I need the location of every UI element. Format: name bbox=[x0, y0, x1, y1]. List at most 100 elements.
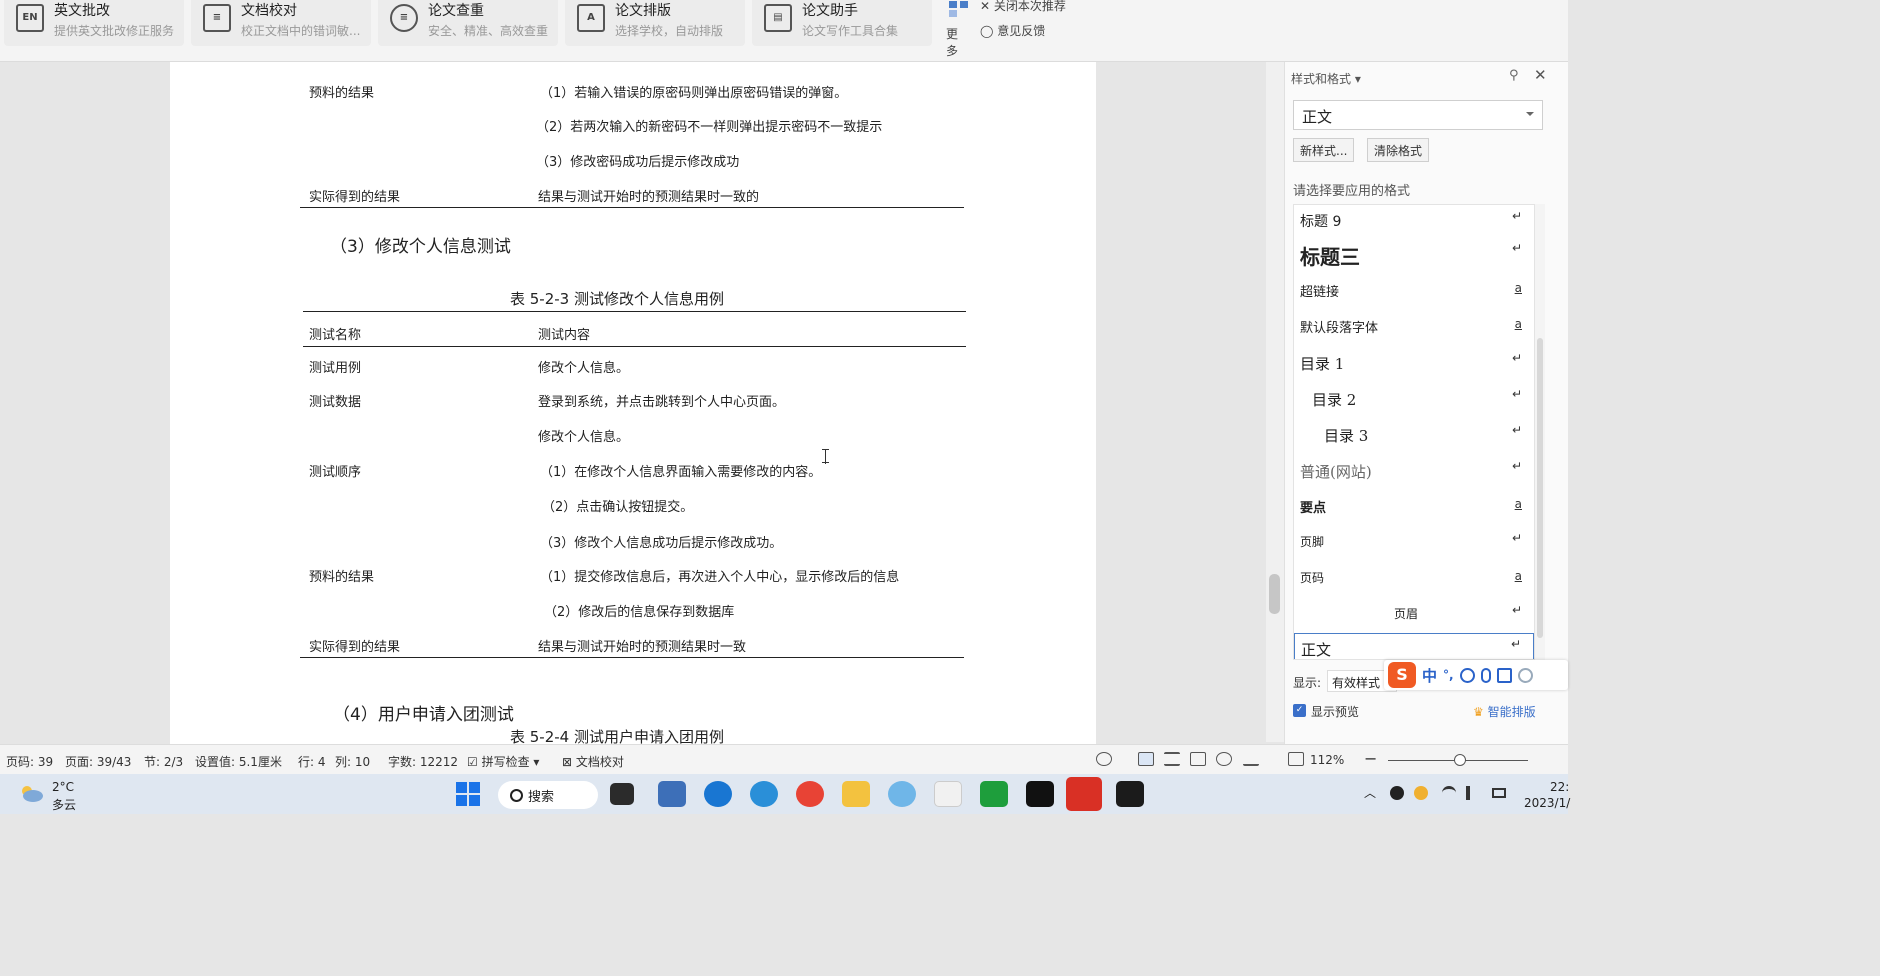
wps-writer-icon[interactable] bbox=[1066, 777, 1102, 811]
show-label: 显示: bbox=[1293, 676, 1322, 690]
keyboard-icon[interactable] bbox=[1496, 667, 1512, 683]
scrollbar-thumb[interactable] bbox=[1537, 338, 1543, 638]
fit-page-icon[interactable] bbox=[1288, 752, 1304, 766]
tool-paper-layout[interactable]: A 论文排版 选择学校，自动排版 bbox=[565, 0, 745, 46]
style-item-mark: ↵ bbox=[1511, 531, 1522, 545]
ai-assistant-icon[interactable] bbox=[888, 781, 916, 807]
tool-subtitle: 提供英文批改修正服务 bbox=[54, 24, 175, 38]
windows-start-icon[interactable] bbox=[454, 781, 482, 807]
table-bottom-rule bbox=[300, 657, 964, 658]
current-style-select[interactable]: 正文 bbox=[1293, 100, 1543, 130]
status-word-count[interactable]: 字数: 12212 bbox=[388, 753, 458, 770]
document-scrollbar[interactable] bbox=[1266, 62, 1284, 742]
close-pane-button[interactable]: ✕ bbox=[1534, 66, 1547, 84]
volume-icon[interactable] bbox=[1466, 786, 1480, 800]
task-view-icon[interactable] bbox=[610, 783, 634, 805]
feedback-button[interactable]: ◯ 意见反馈 bbox=[980, 22, 1045, 39]
style-item-heading3[interactable]: 标题三 ↵ bbox=[1294, 237, 1534, 273]
status-col[interactable]: 列: 10 bbox=[335, 753, 370, 770]
tool-english-check[interactable]: EN 英文批改 提供英文批改修正服务 bbox=[4, 0, 184, 46]
doc-proof-label: 文档校对 bbox=[575, 755, 624, 769]
tool-doc-proof[interactable]: ≡ 文档校对 校正文档中的错词敏... bbox=[191, 0, 371, 46]
tray-chevron-up-icon[interactable]: ︿ bbox=[1364, 784, 1378, 800]
spell-check-button[interactable]: ☑ 拼写检查 ▾ bbox=[467, 753, 539, 770]
taskbar-search[interactable]: 搜索 bbox=[498, 781, 598, 809]
edge-browser-icon[interactable] bbox=[704, 781, 732, 807]
status-pages[interactable]: 页面: 39/43 bbox=[65, 753, 131, 770]
status-row[interactable]: 行: 4 bbox=[298, 753, 326, 770]
style-item-default-font[interactable]: 默认段落字体 a bbox=[1294, 311, 1534, 343]
zoom-out-button[interactable]: − bbox=[1364, 749, 1377, 768]
table-row-label: 预料的结果 bbox=[309, 570, 375, 585]
style-item-footer[interactable]: 页脚 ↵ bbox=[1294, 527, 1534, 559]
scrollbar-thumb[interactable] bbox=[1269, 574, 1280, 614]
smart-layout-button[interactable]: ♛ 智能排版 bbox=[1473, 703, 1536, 720]
pane-title[interactable]: 样式和格式 ▾ bbox=[1291, 70, 1361, 87]
style-item-mark: ↵ bbox=[1511, 209, 1522, 223]
doc-proof-button[interactable]: ⊠ 文档校对 bbox=[562, 753, 624, 770]
document-page[interactable]: 预料的结果 （1）若输入错误的原密码则弹出原密码错误的弹窗。 （2）若两次输入的… bbox=[170, 62, 1096, 744]
close-recommend-button[interactable]: ✕ 关闭本次推荐 bbox=[980, 0, 1066, 14]
status-setting[interactable]: 设置值: 5.1厘米 bbox=[195, 753, 282, 770]
document-area[interactable]: 预料的结果 （1）若输入错误的原密码则弹出原密码错误的弹窗。 （2）若两次输入的… bbox=[0, 62, 1266, 744]
tool-plagiarism[interactable]: ≡ 论文查重 安全、精准、高效查重 bbox=[378, 0, 558, 46]
style-item-toc1[interactable]: 目录 1 ↵ bbox=[1294, 347, 1534, 379]
pin-icon[interactable]: ⚲ bbox=[1509, 68, 1519, 83]
ime-mode-toggle[interactable]: 中 bbox=[1422, 665, 1437, 686]
tool-paper-assistant[interactable]: ▤ 论文助手 论文写作工具合集 bbox=[752, 0, 932, 46]
table-row-label: 测试顺序 bbox=[309, 465, 362, 480]
status-page-number[interactable]: 页码: 39 bbox=[6, 753, 53, 770]
outline-view-icon[interactable] bbox=[1164, 752, 1180, 766]
status-section[interactable]: 节: 2/3 bbox=[144, 753, 183, 770]
style-item-toc3[interactable]: 目录 3 ↵ bbox=[1294, 419, 1534, 451]
clock-time[interactable]: 22: bbox=[1550, 780, 1569, 794]
ime-toolbar[interactable]: S 中 °, bbox=[1384, 660, 1568, 690]
style-item-normal-web[interactable]: 普通(网站) ↵ bbox=[1294, 455, 1534, 487]
zoom-slider-knob[interactable] bbox=[1454, 754, 1466, 766]
style-item-label: 超链接 bbox=[1300, 285, 1340, 300]
hbuilder-icon[interactable] bbox=[980, 781, 1008, 807]
pen-icon[interactable] bbox=[1243, 752, 1259, 766]
clear-format-button[interactable]: 清除格式 bbox=[1367, 138, 1430, 162]
skin-icon[interactable] bbox=[1517, 667, 1533, 683]
page-view-icon[interactable] bbox=[1138, 752, 1154, 766]
ribbon-toolbar: EN 英文批改 提供英文批改修正服务 ≡ 文档校对 校正文档中的错词敏... ≡ 论… bbox=[0, 0, 1568, 62]
image-viewer-icon[interactable] bbox=[934, 781, 962, 807]
e-browser-icon[interactable] bbox=[750, 781, 778, 807]
show-preview-checkbox[interactable]: ✓ bbox=[1293, 704, 1306, 717]
microphone-icon[interactable] bbox=[1480, 667, 1491, 683]
style-item-key-point[interactable]: 要点 a bbox=[1294, 491, 1534, 523]
tool-title: 论文排版 bbox=[615, 3, 671, 19]
sogou-logo-icon[interactable]: S bbox=[1388, 662, 1416, 688]
style-item-label: 页码 bbox=[1300, 571, 1325, 585]
style-item-toc2[interactable]: 目录 2 ↵ bbox=[1294, 383, 1534, 415]
style-item-page-number[interactable]: 页码 a bbox=[1294, 563, 1534, 595]
new-style-button[interactable]: 新样式... bbox=[1293, 138, 1355, 162]
zoom-level[interactable]: 112% bbox=[1310, 753, 1344, 767]
style-item-mark: ↵ bbox=[1511, 423, 1522, 437]
weather-temperature[interactable]: 2°C bbox=[52, 780, 74, 794]
reading-view-icon[interactable] bbox=[1190, 752, 1206, 766]
intellij-icon[interactable] bbox=[1026, 781, 1054, 807]
web-view-icon[interactable] bbox=[1216, 752, 1232, 766]
qq-icon[interactable] bbox=[1390, 786, 1404, 800]
style-list-scrollbar[interactable] bbox=[1535, 204, 1545, 660]
tray-app-icon[interactable] bbox=[1414, 786, 1428, 800]
eye-protection-icon[interactable] bbox=[1096, 752, 1112, 766]
chrome-icon[interactable] bbox=[796, 781, 824, 807]
clock-date[interactable]: 2023/1/ bbox=[1524, 796, 1570, 810]
file-explorer-icon[interactable] bbox=[842, 781, 870, 807]
ime-punct-toggle[interactable]: °, bbox=[1443, 668, 1454, 682]
control-panel-icon[interactable] bbox=[658, 781, 686, 807]
style-item-header[interactable]: 页眉 ↵ bbox=[1294, 599, 1534, 631]
style-item-heading9[interactable]: 标题 9 ↵ bbox=[1294, 205, 1534, 237]
wifi-icon[interactable] bbox=[1442, 786, 1456, 800]
style-item-hyperlink[interactable]: 超链接 a bbox=[1294, 275, 1534, 307]
emoji-icon[interactable] bbox=[1459, 667, 1475, 683]
terminal-icon[interactable] bbox=[1116, 781, 1144, 807]
battery-icon[interactable] bbox=[1492, 788, 1506, 798]
style-list: 标题 9 ↵ 标题三 ↵ 超链接 a 默认段落字体 a 目录 1 ↵ 目录 2 ↵ 目录 3… bbox=[1293, 204, 1535, 660]
style-item-body-text[interactable]: 正文 ↵ bbox=[1294, 633, 1534, 659]
weather-condition[interactable]: 多云 bbox=[52, 796, 76, 813]
paper-layout-icon: A bbox=[577, 4, 605, 32]
